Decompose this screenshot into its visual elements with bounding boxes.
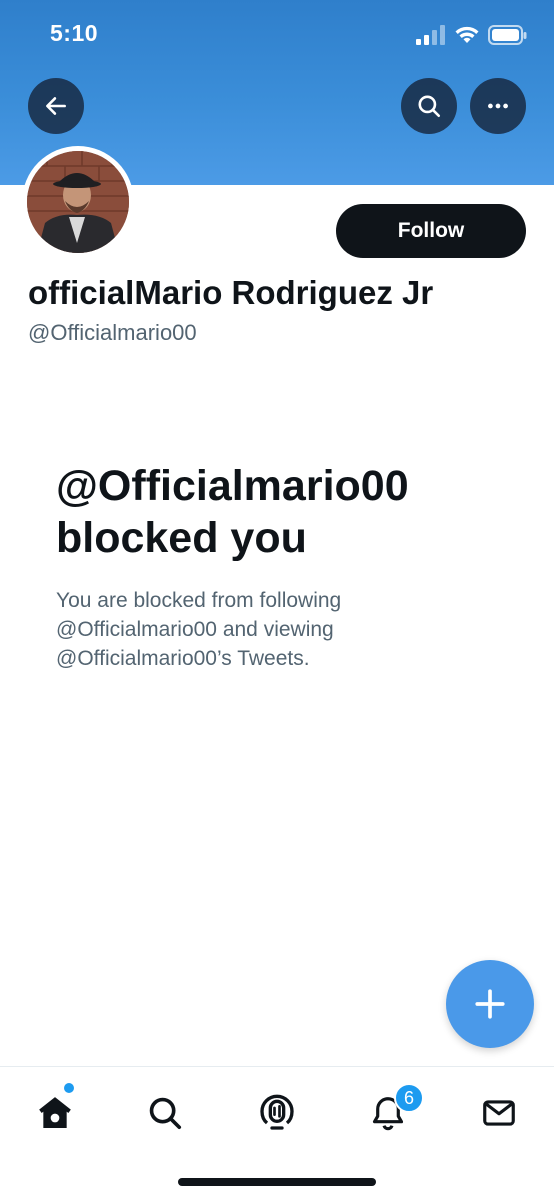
tab-explore[interactable] <box>141 1089 189 1137</box>
blocked-description: You are blocked from following @Official… <box>56 589 342 670</box>
follow-button[interactable]: Follow <box>336 204 526 258</box>
more-horizontal-icon <box>488 103 508 109</box>
wifi-icon <box>455 26 479 43</box>
cellular-signal-icon <box>416 25 445 45</box>
blocked-title: @Officialmario00 blocked you <box>56 462 409 562</box>
arrow-left-icon <box>46 97 66 115</box>
status-icons <box>416 22 528 48</box>
notifications-badge: 6 <box>394 1083 424 1113</box>
search-icon <box>418 95 441 118</box>
search-button[interactable] <box>401 78 457 134</box>
search-icon <box>149 1097 182 1130</box>
more-button[interactable] <box>470 78 526 134</box>
battery-icon <box>488 25 527 45</box>
compose-tweet-button[interactable] <box>446 960 534 1048</box>
tab-home[interactable] <box>31 1089 79 1137</box>
tab-spaces[interactable] <box>253 1089 301 1137</box>
microphone-icon <box>260 1094 294 1130</box>
home-indicator[interactable] <box>178 1178 376 1186</box>
home-icon <box>39 1097 71 1128</box>
home-new-content-dot <box>64 1083 74 1093</box>
envelope-icon <box>483 1100 515 1126</box>
tab-messages[interactable] <box>475 1089 523 1137</box>
status-time: 5:10 <box>50 20 99 46</box>
plus-icon <box>475 989 505 1019</box>
avatar-photo <box>27 151 129 253</box>
profile-handle: @Officialmario00 <box>28 320 197 345</box>
avatar[interactable] <box>22 146 134 258</box>
profile-display-name: officialMario Rodriguez Jr <box>28 274 434 311</box>
back-button[interactable] <box>28 78 84 134</box>
